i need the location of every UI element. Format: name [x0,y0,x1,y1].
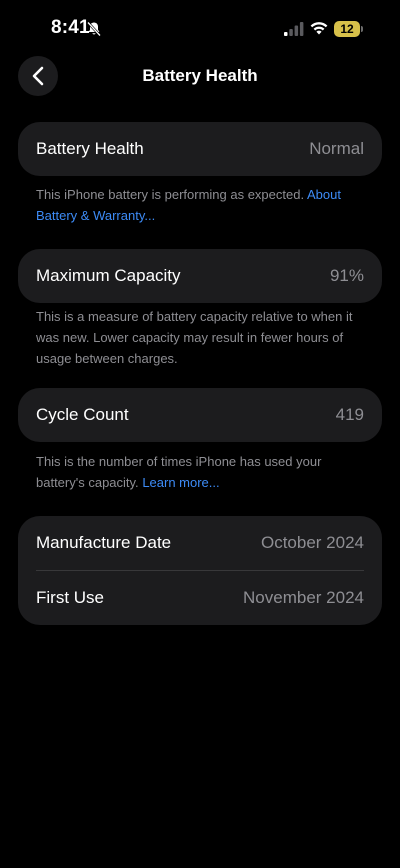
manufacture-date-label: Manufacture Date [36,533,172,552]
maximum-capacity-row: Maximum Capacity 91% [18,249,382,303]
battery-health-note: This iPhone battery is performing as exp… [36,184,366,226]
cycle-count-value: 419 [335,405,364,424]
cycle-count-card: Cycle Count 419 [18,388,382,442]
first-use-label: First Use [36,588,104,607]
maximum-capacity-card: Maximum Capacity 91% [18,249,382,303]
learn-more-link[interactable]: Learn more... [142,475,219,490]
manufacture-date-value: October 2024 [260,533,364,552]
maximum-capacity-label: Maximum Capacity [36,266,181,285]
page-title: Battery Health [142,66,258,85]
cycle-count-row: Cycle Count 419 [18,388,382,442]
cycle-count-label: Cycle Count [36,405,129,424]
cycle-count-note: This is the number of times iPhone has u… [36,451,366,493]
battery-health-value: Normal [309,139,364,158]
battery-health-label: Battery Health [36,139,144,158]
maximum-capacity-value: 91% [329,266,364,285]
battery-health-note-text: This iPhone battery is performing as exp… [36,187,305,202]
maximum-capacity-note: This is a measure of battery capacity re… [36,306,366,369]
bell-slash-icon [86,21,102,37]
battery-level: 12 [334,21,360,37]
status-bar: 8:41 12 [0,0,400,58]
first-use-row: First Use November 2024 [18,571,382,625]
manufacture-date-row: Manufacture Date October 2024 [18,516,382,570]
battery-health-row[interactable]: Battery Health Normal [18,122,382,176]
dates-card: Manufacture Date October 2024 First Use … [18,516,382,625]
battery-cap [361,26,363,32]
cellular-signal-icon [284,22,304,36]
wifi-icon [309,20,329,36]
nav-bar: Battery Health [0,54,400,100]
status-time: 8:41 [51,17,90,38]
maximum-capacity-note-text: This is a measure of battery capacity re… [36,309,353,366]
battery-health-card[interactable]: Battery Health Normal [18,122,382,176]
battery-icon: 12 [334,21,364,37]
first-use-value: November 2024 [243,588,364,607]
